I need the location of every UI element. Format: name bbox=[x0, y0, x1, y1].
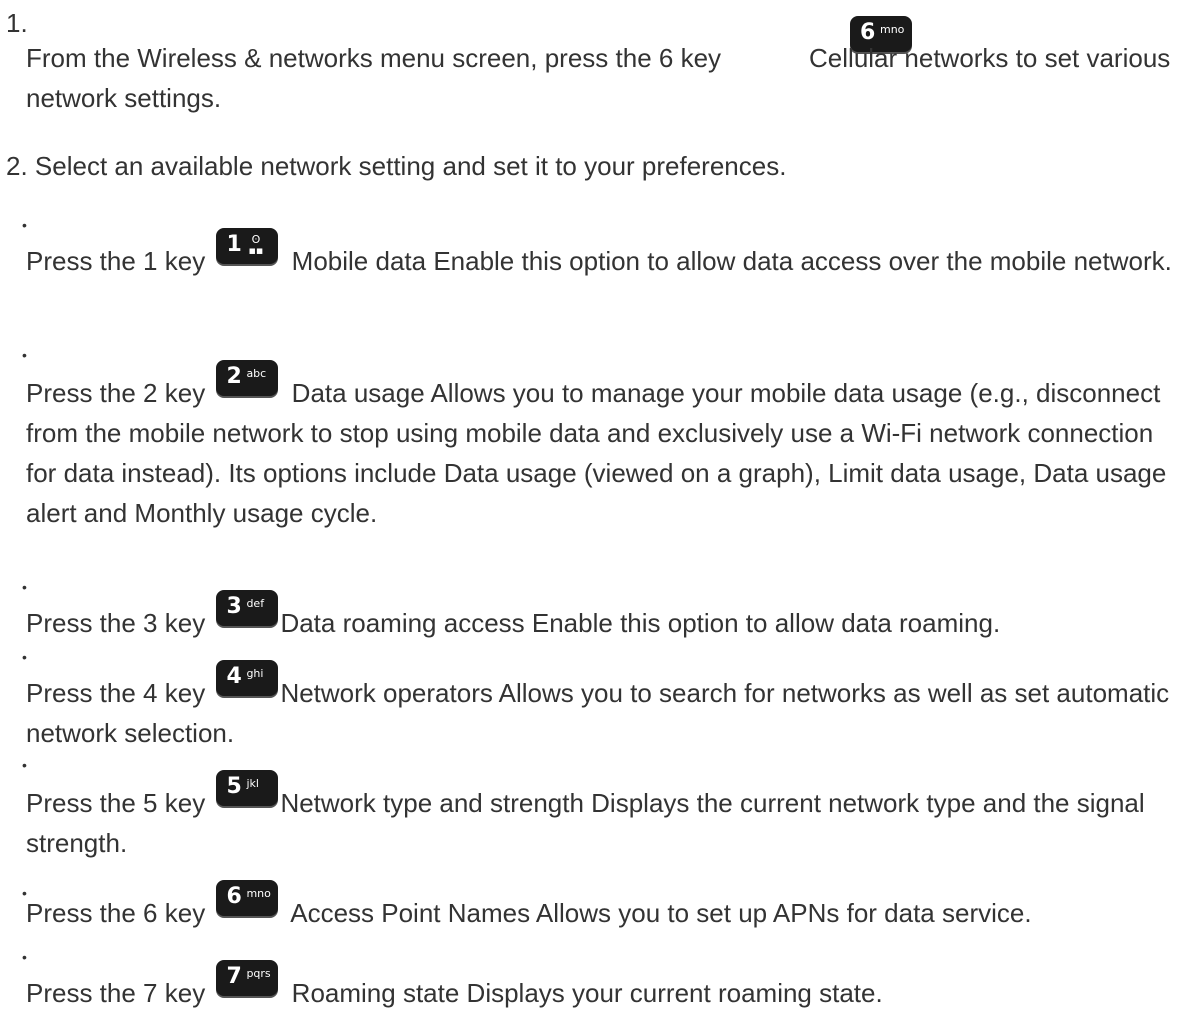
bullet-item-2-key: Press the 2 key 2 abc Data usage Allows … bbox=[26, 360, 1176, 533]
4-ghi-key-icon: 4 ghi bbox=[216, 660, 279, 696]
6-mno-key-icon: 6 mno bbox=[216, 880, 279, 916]
bullet-item-7-key: Press the 7 key 7 pqrs Roaming state Dis… bbox=[26, 960, 1176, 1013]
bullet-item-1-key: Press the 1 key 1 ʘ ▪▪ Mobile data Enable… bbox=[26, 228, 1176, 281]
bullet-description: Access Point Names Allows you to set up … bbox=[290, 898, 1032, 928]
2-abc-key-icon: 2 abc bbox=[216, 360, 279, 396]
bullet-prefix: Press the 6 key bbox=[26, 898, 206, 928]
5-jkl-key-icon: 5 jkl bbox=[216, 770, 279, 806]
bullet-description: Data roaming access Enable this option t… bbox=[280, 608, 1001, 638]
bullet-description: Roaming state Displays your current roam… bbox=[291, 978, 883, 1008]
bullet-description: Mobile data Enable this option to allow … bbox=[291, 246, 1172, 276]
step-1-text-before: From the Wireless & networks menu screen… bbox=[26, 43, 722, 73]
step-2-text: 2. Select an available network setting a… bbox=[6, 151, 787, 181]
bullet-prefix: Press the 7 key bbox=[26, 978, 206, 1008]
bullet-item-3-key: Press the 3 key 3 def Data roaming acces… bbox=[26, 590, 1176, 643]
7-pqrs-key-icon: 7 pqrs bbox=[216, 960, 279, 996]
step-1-text: From the Wireless & networks menu screen… bbox=[26, 38, 1176, 118]
bullet-prefix: Press the 3 key bbox=[26, 608, 206, 638]
bullet-prefix: Press the 1 key bbox=[26, 246, 206, 276]
3-def-key-icon: 3 def bbox=[216, 590, 279, 626]
bullet-prefix: Press the 4 key bbox=[26, 678, 206, 708]
bullet-item-6-key: Press the 6 key 6 mno Access Point Names… bbox=[26, 880, 1176, 933]
bullet-prefix: Press the 2 key bbox=[26, 378, 206, 408]
step-1-number: 1. bbox=[6, 8, 28, 38]
bullet-prefix: Press the 5 key bbox=[26, 788, 206, 818]
1-voicemail-key-icon: 1 ʘ ▪▪ bbox=[216, 228, 279, 264]
bullet-item-5-key: Press the 5 key 5 jkl Network type and s… bbox=[26, 770, 1176, 863]
bullet-item-4-key: Press the 4 key 4 ghi Network operators … bbox=[26, 660, 1176, 753]
